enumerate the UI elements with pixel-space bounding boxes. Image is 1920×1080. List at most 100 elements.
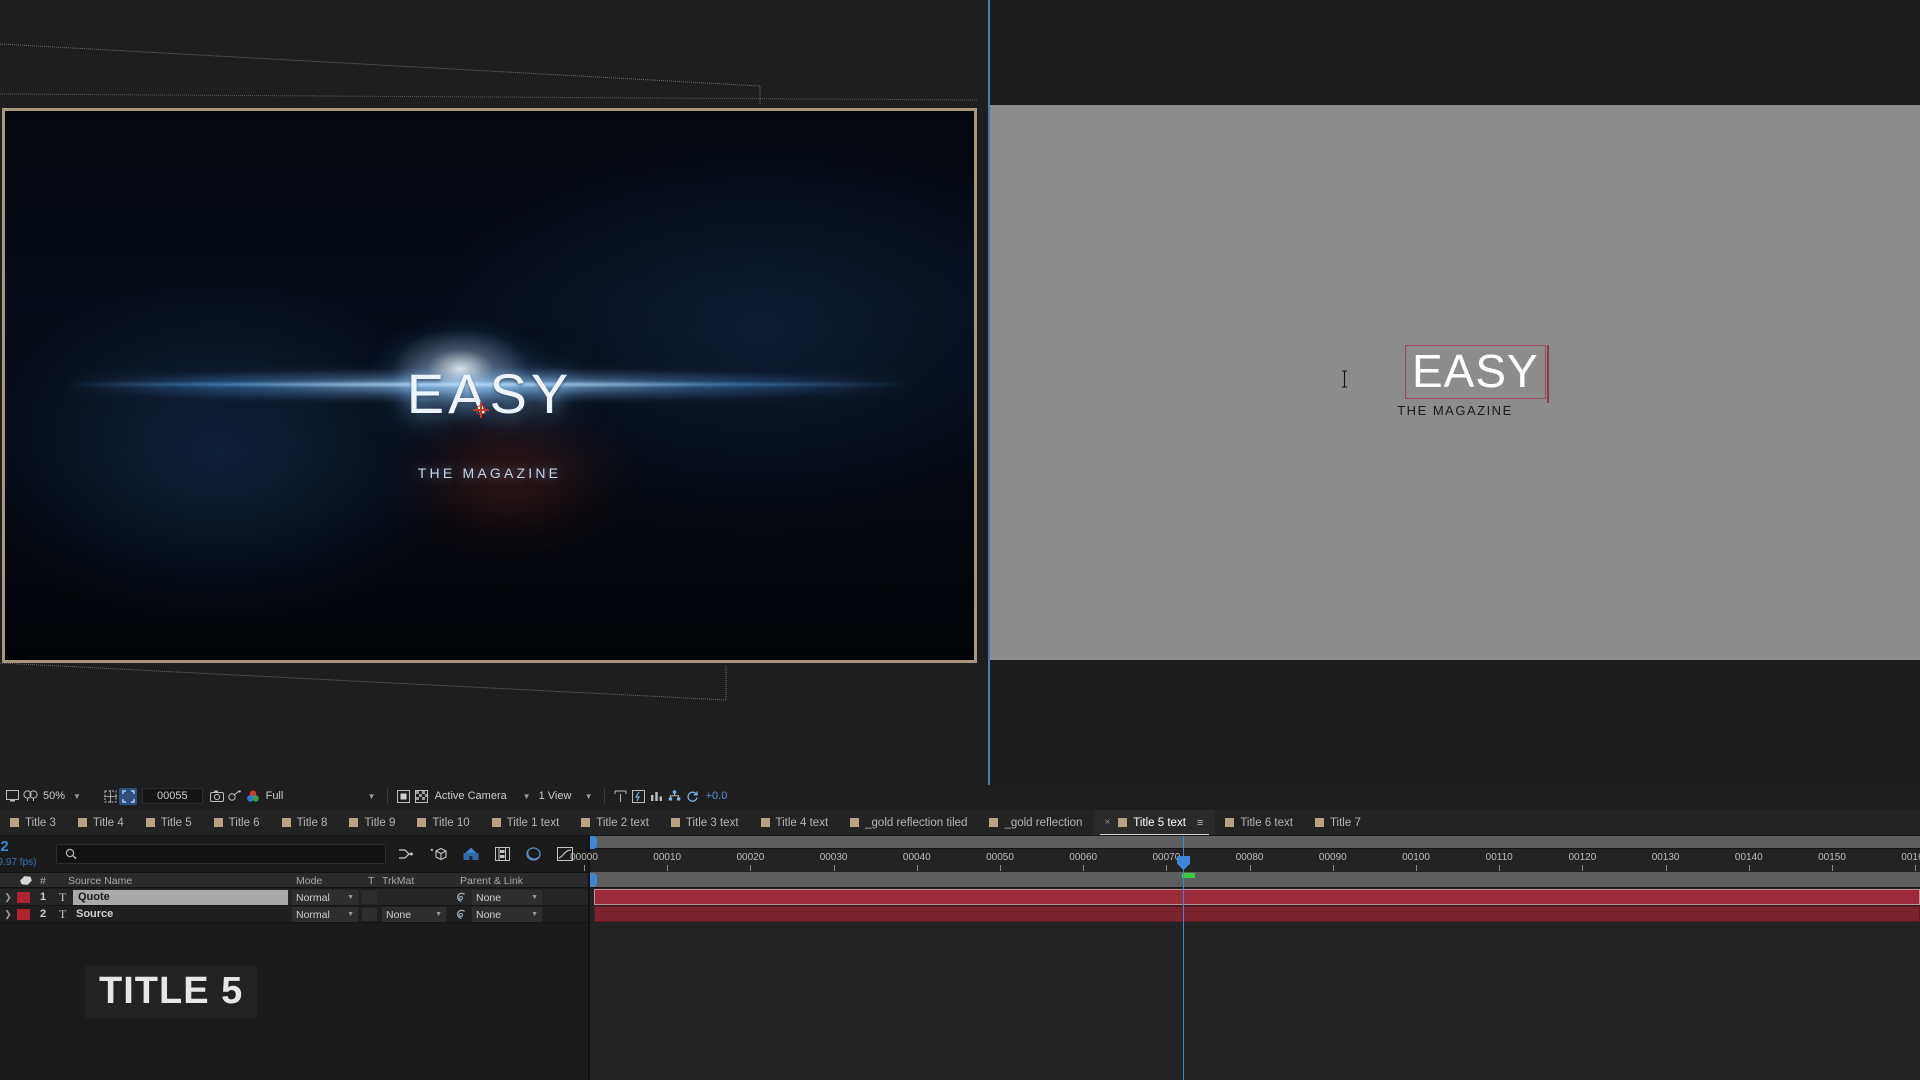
composition-layers-icon[interactable]: [526, 847, 541, 861]
views-layout-select[interactable]: 1 View ▼: [535, 788, 597, 805]
timeline-panel[interactable]: 72 29.97 fps): [0, 836, 1920, 1080]
preserve-transparency-toggle[interactable]: [362, 908, 377, 921]
search-input[interactable]: [56, 844, 386, 864]
layer-duration-bar[interactable]: [594, 906, 1920, 922]
grid-guides-icon[interactable]: [101, 788, 119, 805]
time-ruler[interactable]: 00000 00010 00020 00030 00040 00050 00060 00070…: [570, 849, 1920, 872]
composition-tab-bar[interactable]: Title 3 Title 4 Title 5 Title 6 Title 8 Title…: [0, 810, 1920, 836]
tab-title-10[interactable]: Title 10: [407, 810, 481, 835]
current-time-field[interactable]: 00055: [142, 788, 203, 804]
tab-menu-icon[interactable]: ≡: [1197, 817, 1203, 829]
layer-name-edit-field[interactable]: Quote: [73, 890, 288, 905]
shy-layers-icon[interactable]: [398, 847, 414, 861]
monitor-icon[interactable]: [3, 788, 21, 805]
tab-title-5[interactable]: Title 5: [136, 810, 204, 835]
tab-title-8[interactable]: Title 8: [272, 810, 340, 835]
viewer-panels: EASY THE MAGAZINE 50% ▼ 00055 Full ▼ Act…: [0, 0, 1920, 808]
tab-label: _gold reflection: [1004, 816, 1083, 829]
work-area-start-handle[interactable]: [590, 836, 597, 849]
close-icon[interactable]: ×: [1104, 817, 1110, 828]
chevron-down-icon: ▼: [73, 791, 81, 801]
layer-index: 1: [40, 891, 47, 903]
composition-viewer-toolbar[interactable]: 50% ▼ 00055 Full ▼ Active Camera ▼ 1 Vie…: [0, 784, 986, 808]
ruler-tick-label: 00140: [1734, 852, 1763, 863]
tab-title-3-text[interactable]: Title 3 text: [661, 810, 751, 835]
zoom-level-select[interactable]: 50% ▼: [39, 788, 101, 805]
ruler-tick-mark: [750, 865, 752, 871]
tab-title-6-text[interactable]: Title 6 text: [1215, 810, 1305, 835]
motion-blur-icon[interactable]: [463, 847, 479, 861]
timeline-graph[interactable]: 00000 00010 00020 00030 00040 00050 00060 00070…: [570, 836, 1920, 1080]
tab-color-swatch: [77, 818, 87, 827]
layer-duration-bar[interactable]: [594, 889, 1920, 905]
ruler-tick-label: 00110: [1485, 852, 1513, 863]
table-row[interactable]: ❯ 2 T Source Normal ▼ None ▼ None ▼: [0, 906, 590, 923]
expand-triangle-icon[interactable]: ❯: [2, 909, 14, 920]
region-toggle-icon[interactable]: [395, 788, 413, 805]
tab-gold-reflection-tiled[interactable]: _gold reflection tiled: [840, 810, 979, 835]
layer-color-swatch[interactable]: [17, 891, 30, 903]
tab-label: _gold reflection tiled: [865, 816, 968, 829]
enable-3d-renderer-icon[interactable]: [430, 847, 447, 861]
renderer-icon[interactable]: [666, 788, 684, 805]
tab-title-1-text[interactable]: Title 1 text: [482, 810, 572, 835]
tab-gold-reflection[interactable]: _gold reflection: [979, 810, 1094, 835]
ruler-tick-mark: [1748, 865, 1750, 871]
transparency-grid-icon[interactable]: [413, 788, 431, 805]
tab-title-4[interactable]: Title 4: [68, 810, 136, 835]
mask-view-icon[interactable]: [21, 788, 39, 805]
tab-color-swatch: [145, 818, 155, 827]
playhead-line[interactable]: [1177, 836, 1191, 1080]
resolution-select[interactable]: Full ▼: [262, 788, 380, 805]
camera-view-select[interactable]: Active Camera ▼: [431, 788, 535, 805]
layer-name-text[interactable]: Source: [76, 908, 113, 920]
chevron-down-icon: ▼: [435, 911, 442, 918]
pixel-aspect-correction-icon[interactable]: [612, 788, 630, 805]
tab-title-9[interactable]: Title 9: [339, 810, 407, 835]
tab-color-swatch: [417, 818, 427, 827]
tab-title-3[interactable]: Title 3: [0, 810, 68, 835]
navigator-start-handle[interactable]: [590, 873, 597, 887]
tab-title-5-text[interactable]: × Title 5 text ≡: [1094, 810, 1216, 835]
layer-mode-select[interactable]: Normal ▼: [292, 890, 358, 905]
tab-title-7[interactable]: Title 7: [1305, 810, 1373, 835]
anchor-point-icon[interactable]: [472, 402, 489, 419]
current-timecode-display[interactable]: 72 29.97 fps): [0, 839, 52, 870]
ruler-tick-mark: [1332, 865, 1334, 871]
title-preview-text: TITLE 5: [99, 970, 244, 1012]
ruler-tick-mark: [1582, 865, 1584, 871]
region-of-interest-icon[interactable]: [119, 787, 137, 805]
expand-triangle-icon[interactable]: ❯: [2, 892, 14, 903]
preserve-transparency-toggle[interactable]: [362, 891, 377, 904]
tab-title-6[interactable]: Title 6: [204, 810, 272, 835]
chevron-down-icon: ▼: [531, 911, 538, 918]
parent-pick-whip-icon[interactable]: [455, 892, 467, 907]
composition-viewer-panel[interactable]: EASY THE MAGAZINE 50% ▼ 00055 Full ▼ Act…: [0, 0, 986, 808]
composition-frame[interactable]: EASY THE MAGAZINE: [2, 108, 977, 663]
reset-exposure-icon[interactable]: [684, 788, 702, 805]
selected-text-layer-box[interactable]: EASY: [1405, 345, 1546, 399]
time-navigator-bar[interactable]: [590, 872, 1920, 888]
show-snapshot-icon[interactable]: [226, 788, 244, 805]
table-row[interactable]: ❯ 1 T Quote Normal ▼ None ▼: [0, 889, 590, 906]
layer-mode-select[interactable]: Normal ▼: [292, 907, 358, 922]
tab-title-4-text[interactable]: Title 4 text: [751, 810, 841, 835]
timeline-switch-tools[interactable]: [398, 843, 573, 865]
exposure-value[interactable]: +0.0: [706, 790, 728, 802]
work-area-bar[interactable]: [590, 836, 1920, 849]
frame-blending-icon[interactable]: [495, 847, 510, 861]
layer-canvas[interactable]: EASY THE MAGAZINE: [990, 105, 1920, 660]
channel-rgb-icon[interactable]: [244, 788, 262, 805]
fast-previews-icon[interactable]: [630, 788, 648, 805]
snapshot-camera-icon[interactable]: [208, 788, 226, 805]
parent-pick-whip-icon[interactable]: [455, 909, 467, 924]
track-matte-select[interactable]: None ▼: [382, 907, 446, 922]
ruler-tick-mark: [1499, 865, 1501, 871]
layer-color-swatch[interactable]: [17, 908, 30, 920]
anchor-ring: [475, 405, 486, 416]
timeline-graph-icon[interactable]: [648, 788, 666, 805]
tab-title-2-text[interactable]: Title 2 text: [571, 810, 661, 835]
parent-link-select[interactable]: None ▼: [472, 907, 542, 922]
parent-link-select[interactable]: None ▼: [472, 890, 542, 905]
layer-viewer-panel[interactable]: EASY THE MAGAZINE 50%: [990, 0, 1920, 785]
